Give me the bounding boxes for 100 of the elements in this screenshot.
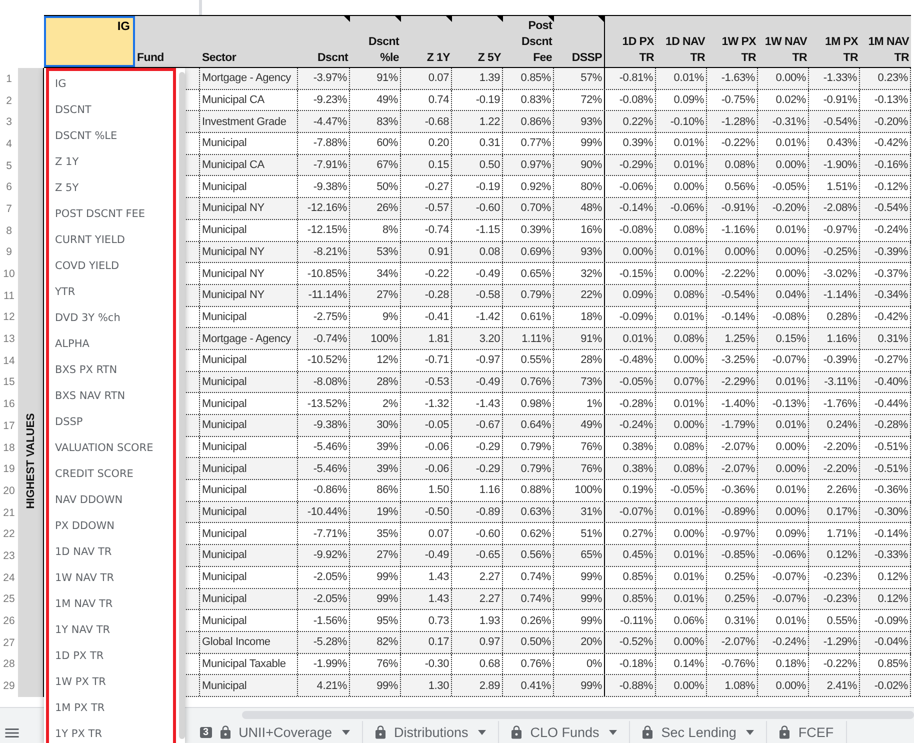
menu-item[interactable]: CREDIT SCORE (49, 461, 173, 487)
menu-item[interactable]: CURNT YIELD (49, 227, 173, 253)
column-header[interactable]: 1D PX TR (605, 16, 656, 67)
table-cell: 60% (350, 133, 401, 154)
row-number[interactable]: 15 (0, 372, 18, 394)
row-number[interactable]: 29 (0, 675, 18, 697)
menu-item[interactable]: 1Y PX TR (49, 721, 173, 743)
sheet-tab[interactable]: 3 UNII+Coverage (190, 721, 363, 743)
row-number[interactable]: 11 (0, 284, 18, 307)
table-cell: Mortgage - Agency (200, 328, 298, 349)
column-header[interactable]: 1M PX TR (809, 16, 860, 67)
column-header[interactable]: Z 5Y (452, 16, 503, 67)
table-cell: 0.06% (656, 610, 707, 631)
row-number[interactable]: 13 (0, 328, 18, 350)
column-header[interactable]: Dscnt %le (350, 16, 401, 67)
column-header[interactable]: 1W NAV TR (758, 16, 809, 67)
table-cell: 0.01% (656, 588, 707, 610)
column-header[interactable]: Post Dscnt Fee (503, 16, 554, 67)
row-number[interactable]: 8 (0, 220, 18, 242)
row-number[interactable]: 1 (0, 68, 18, 90)
row-number[interactable]: 24 (0, 566, 18, 588)
sheet-tab[interactable]: Distributions (362, 721, 500, 743)
column-header[interactable]: DSSP (554, 16, 605, 67)
row-number[interactable]: 19 (0, 458, 18, 480)
row-number[interactable]: 18 (0, 436, 18, 458)
row-number[interactable]: 7 (0, 198, 18, 220)
menu-item[interactable]: BXS NAV RTN (49, 383, 173, 409)
row-number[interactable]: 22 (0, 523, 18, 546)
menu-item[interactable]: DSCNT (49, 97, 173, 123)
row-number[interactable]: 16 (0, 393, 18, 415)
table-cell: 80% (554, 176, 605, 198)
table-cell: -2.07% (707, 458, 758, 480)
sheet-tab[interactable]: FCEF (767, 721, 847, 743)
row-number[interactable]: 6 (0, 176, 18, 198)
column-header[interactable]: 1D NAV TR (656, 16, 707, 67)
row-number[interactable]: 17 (0, 415, 18, 437)
menu-item[interactable]: 1D PX TR (49, 643, 173, 669)
menu-item[interactable]: DSSP (49, 409, 173, 435)
menu-item[interactable]: BXS PX RTN (49, 357, 173, 383)
table-cell: -0.08% (605, 220, 656, 240)
column-header[interactable]: 1M NAV TR (860, 16, 911, 67)
column-header[interactable]: Sector (200, 16, 298, 67)
scrollbar[interactable] (179, 72, 185, 739)
menu-item[interactable]: Z 1Y (49, 149, 173, 175)
selected-cell[interactable]: IG (44, 16, 135, 67)
menu-item[interactable]: ALPHA (49, 331, 173, 357)
menu-item[interactable]: 1M PX TR (49, 695, 173, 721)
row-number[interactable]: 9 (0, 242, 18, 264)
row-number[interactable]: 3 (0, 111, 18, 134)
row-number[interactable]: 28 (0, 654, 18, 676)
menu-item[interactable]: 1M NAV TR (49, 591, 173, 617)
menu-item[interactable]: 1W PX TR (49, 669, 173, 695)
row-number[interactable]: 10 (0, 263, 18, 285)
table-cell: 0.01% (656, 242, 707, 262)
table-cell: Municipal Taxable (200, 654, 298, 674)
table-cell: 0.86% (503, 111, 554, 132)
menu-item[interactable]: DVD 3Y %ch (49, 305, 173, 331)
menu-item[interactable]: NAV DDOWN (49, 487, 173, 513)
menu-item[interactable]: POST DSCNT FEE (49, 201, 173, 227)
row-number[interactable]: 4 (0, 133, 18, 155)
menu-item[interactable]: COVD YIELD (49, 253, 173, 279)
table-cell: 0.31% (707, 610, 758, 631)
menu-item[interactable]: 1Y NAV TR (49, 617, 173, 643)
menu-item[interactable]: 1W NAV TR (49, 565, 173, 591)
table-cell: -0.97% (809, 220, 860, 240)
menu-item[interactable]: 1D NAV TR (49, 539, 173, 565)
table-cell: Investment Grade (200, 111, 298, 132)
row-number[interactable]: 25 (0, 588, 18, 610)
row-number[interactable]: 14 (0, 350, 18, 372)
table-cell: -0.27 (401, 176, 452, 198)
column-header[interactable]: 1W PX TR (707, 16, 758, 67)
row-number[interactable]: 23 (0, 545, 18, 567)
column-header[interactable]: Z 1Y (401, 16, 452, 67)
sheet-tab[interactable]: CLO Funds (499, 721, 630, 743)
table-cell: -0.49 (401, 545, 452, 566)
table-cell: -0.09% (605, 306, 656, 328)
row-number[interactable]: 27 (0, 632, 18, 654)
row-number[interactable]: 21 (0, 502, 18, 524)
menu-item[interactable]: PX DDOWN (49, 513, 173, 539)
menu-item[interactable]: Z 5Y (49, 175, 173, 201)
table-cell: 1.43 (401, 588, 452, 610)
column-header[interactable]: Dscnt (298, 16, 350, 67)
row-number[interactable]: 2 (0, 90, 18, 112)
menu-item[interactable]: YTR (49, 279, 173, 305)
menu-item[interactable]: DSCNT %LE (49, 123, 173, 149)
table-cell: 93% (554, 111, 605, 132)
menu-item[interactable]: IG (49, 71, 173, 97)
row-number[interactable]: 5 (0, 154, 18, 176)
row-number[interactable]: 20 (0, 480, 18, 502)
row-number[interactable]: 26 (0, 610, 18, 632)
menu-item[interactable]: VALUATION SCORE (49, 435, 173, 461)
table-cell: -0.49 (452, 263, 503, 284)
table-cell: 49% (554, 415, 605, 436)
table-cell: 0% (554, 654, 605, 674)
table-cell: 1% (554, 393, 605, 414)
table-cell: 0.68 (452, 654, 503, 674)
table-cell: -0.27% (860, 350, 911, 371)
row-number[interactable]: 12 (0, 306, 18, 328)
column-header[interactable]: Fund (135, 16, 200, 67)
sheet-tab[interactable]: Sec Lending (630, 721, 768, 743)
